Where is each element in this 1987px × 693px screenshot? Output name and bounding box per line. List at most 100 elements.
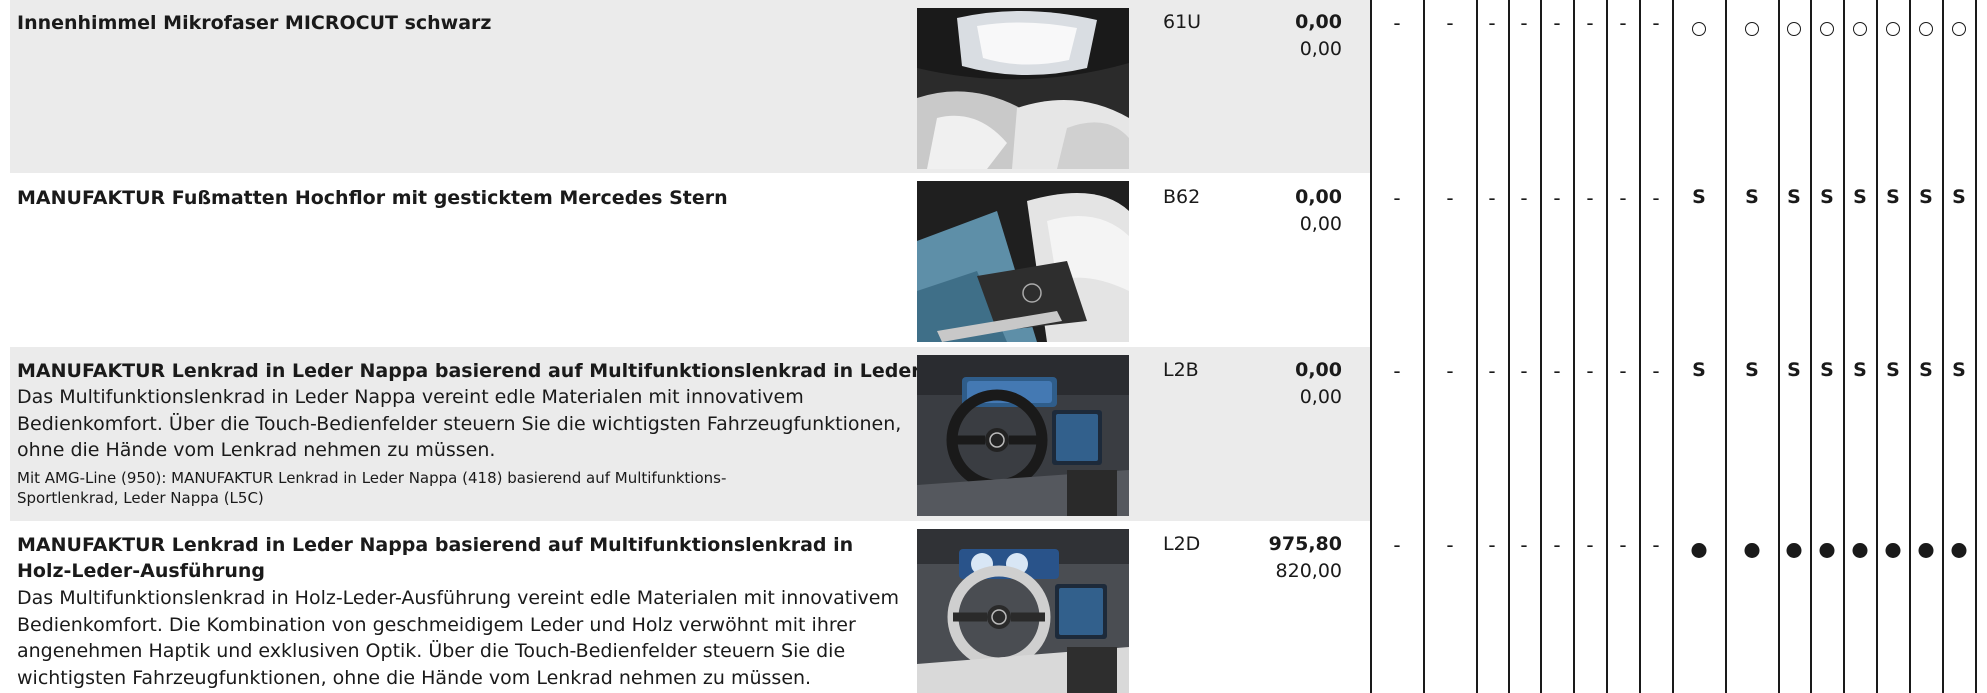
description-line: Das Multifunktionslenkrad in Leder Nappa… (17, 386, 804, 408)
not-available-mark: - (1553, 533, 1561, 557)
optional-circle-icon (1919, 17, 1933, 41)
optional-circle-icon (1853, 17, 1867, 41)
not-available-mark: - (1520, 359, 1528, 383)
table-row: MANUFAKTUR Fußmatten Hochflor mit gestic… (0, 173, 1987, 347)
equipment-price-list: Innenhimmel Mikrofaser MICROCUT schwarz … (0, 0, 1987, 693)
not-available-mark: - (1393, 359, 1401, 383)
note-line: Mit AMG-Line (950): MANUFAKTUR Lenkrad i… (17, 469, 727, 487)
price-gross: 0,00 (1295, 11, 1342, 33)
not-available-mark: - (1446, 11, 1454, 35)
column-divider (1876, 0, 1878, 693)
not-available-mark: - (1586, 533, 1594, 557)
standard-mark: S (1952, 186, 1966, 208)
standard-mark: S (1820, 186, 1834, 208)
optional-circle-icon (1692, 17, 1706, 41)
standard-mark: S (1745, 359, 1759, 381)
description-line: Bedienkomfort. Die Kombination von gesch… (17, 613, 856, 636)
not-available-mark: - (1488, 359, 1496, 383)
option-note: Mit AMG-Line (950): MANUFAKTUR Lenkrad i… (17, 468, 726, 508)
not-available-mark: - (1553, 359, 1561, 383)
title-line: Holz-Leder-Ausführung (17, 560, 266, 582)
standard-mark: S (1886, 186, 1900, 208)
price-net: 0,00 (1299, 38, 1342, 60)
available-dot-icon (1691, 539, 1707, 563)
not-available-mark: - (1619, 533, 1627, 557)
column-divider (1975, 0, 1977, 693)
available-dot-icon (1951, 539, 1967, 563)
option-description: Das Multifunktionslenkrad in Leder Nappa… (17, 384, 901, 464)
option-description: Das Multifunktionslenkrad in Holz-Leder-… (17, 585, 899, 691)
available-dot-icon (1819, 539, 1835, 563)
available-dot-icon (1744, 539, 1760, 563)
column-divider (1909, 0, 1911, 693)
standard-mark: S (1820, 359, 1834, 381)
column-divider (1639, 0, 1641, 693)
description-line: Bedienkomfort. Über die Touch-Bedienfeld… (17, 412, 902, 435)
standard-mark: S (1853, 359, 1867, 381)
table-row: MANUFAKTUR Lenkrad in Leder Nappa basier… (0, 347, 1987, 521)
standard-mark: S (1952, 359, 1966, 381)
not-available-mark: - (1652, 359, 1660, 383)
option-title: MANUFAKTUR Lenkrad in Leder Nappa basier… (17, 532, 853, 584)
not-available-mark: - (1488, 11, 1496, 35)
column-divider (1508, 0, 1510, 693)
description-line: wichtigsten Fahrzeugfunktionen, ohne die… (17, 666, 812, 689)
table-row: MANUFAKTUR Lenkrad in Leder Nappa basier… (0, 521, 1987, 693)
option-title: MANUFAKTUR Lenkrad in Leder Nappa basier… (17, 360, 997, 382)
standard-mark: S (1919, 186, 1933, 208)
column-divider (1778, 0, 1780, 693)
column-divider (1725, 0, 1727, 693)
not-available-mark: - (1652, 11, 1660, 35)
price-gross: 0,00 (1295, 359, 1342, 381)
column-divider (1843, 0, 1845, 693)
price-gross: 975,80 (1268, 533, 1342, 555)
not-available-mark: - (1520, 11, 1528, 35)
not-available-mark: - (1553, 186, 1561, 210)
not-available-mark: - (1652, 533, 1660, 557)
standard-mark: S (1692, 359, 1706, 381)
standard-mark: S (1745, 186, 1759, 208)
not-available-mark: - (1553, 11, 1561, 35)
not-available-mark: - (1446, 359, 1454, 383)
not-available-mark: - (1393, 186, 1401, 210)
not-available-mark: - (1393, 533, 1401, 557)
not-available-mark: - (1446, 186, 1454, 210)
description-line: angenehmen Haptik und exklusiven Optik. … (17, 640, 846, 662)
not-available-mark: - (1520, 186, 1528, 210)
title-line: MANUFAKTUR Lenkrad in Leder Nappa basier… (17, 534, 854, 556)
price-gross: 0,00 (1295, 186, 1342, 208)
description-line: Das Multifunktionslenkrad in Holz-Leder-… (17, 587, 899, 609)
standard-mark: S (1853, 186, 1867, 208)
not-available-mark: - (1586, 186, 1594, 210)
not-available-mark: - (1619, 186, 1627, 210)
option-code: L2D (1163, 533, 1201, 555)
wood-leather-steering-wheel-photo (917, 529, 1129, 693)
standard-mark: S (1787, 359, 1801, 381)
not-available-mark: - (1393, 11, 1401, 35)
table-row: Innenhimmel Mikrofaser MICROCUT schwarz … (0, 0, 1987, 173)
option-code: 61U (1163, 11, 1202, 33)
standard-mark: S (1787, 186, 1801, 208)
nappa-steering-wheel-photo (917, 355, 1129, 516)
not-available-mark: - (1619, 359, 1627, 383)
option-code: B62 (1163, 186, 1201, 208)
column-divider (1540, 0, 1542, 693)
description-line: ohne die Hände vom Lenkrad nehmen zu müs… (17, 439, 496, 461)
column-divider (1573, 0, 1575, 693)
available-dot-icon (1885, 539, 1901, 563)
optional-circle-icon (1886, 17, 1900, 41)
column-divider (1370, 0, 1372, 693)
price-net: 0,00 (1299, 213, 1342, 235)
standard-mark: S (1692, 186, 1706, 208)
interior-headliner-photo (917, 8, 1129, 169)
not-available-mark: - (1488, 533, 1496, 557)
optional-circle-icon (1952, 17, 1966, 41)
optional-circle-icon (1787, 17, 1801, 41)
option-code: L2B (1163, 359, 1199, 381)
column-divider (1810, 0, 1812, 693)
available-dot-icon (1786, 539, 1802, 563)
price-net: 0,00 (1299, 386, 1342, 408)
standard-mark: S (1886, 359, 1900, 381)
not-available-mark: - (1446, 533, 1454, 557)
optional-circle-icon (1745, 17, 1759, 41)
